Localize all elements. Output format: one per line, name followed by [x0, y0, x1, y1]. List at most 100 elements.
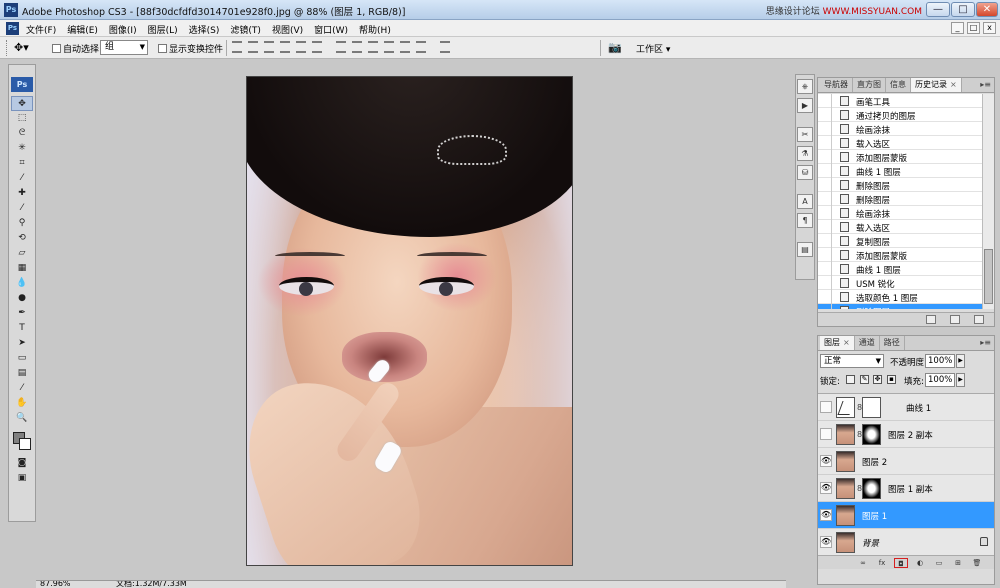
history-item[interactable]: 载入选区: [818, 136, 982, 150]
history-source-slot[interactable]: [818, 262, 832, 276]
history-item[interactable]: 添加图层蒙版: [818, 248, 982, 262]
history-item[interactable]: 画笔工具: [818, 94, 982, 108]
actions-panel-icon[interactable]: ▶: [797, 98, 813, 113]
clone-stamp-tool-icon[interactable]: ⚲: [11, 216, 33, 231]
doc-minimize-button[interactable]: _: [951, 22, 964, 34]
layer-name[interactable]: 图层 1: [862, 510, 887, 522]
visibility-eye-icon[interactable]: [820, 428, 832, 440]
document-icon[interactable]: Ps: [6, 22, 19, 35]
new-group-icon[interactable]: ▭: [932, 558, 946, 568]
auto-select-checkbox[interactable]: 自动选择:: [52, 42, 102, 55]
layer-name[interactable]: 曲线 1: [906, 402, 931, 414]
history-source-slot[interactable]: [818, 290, 832, 304]
history-source-slot[interactable]: [818, 234, 832, 248]
new-layer-icon[interactable]: ⊞: [951, 558, 965, 568]
history-source-slot[interactable]: [818, 94, 832, 108]
eyedropper-tool-icon[interactable]: ⁄: [11, 381, 33, 396]
lock-transparency-icon[interactable]: [846, 375, 855, 384]
distribute-left-icon[interactable]: [384, 41, 394, 53]
history-source-slot[interactable]: [818, 178, 832, 192]
distribute-bottom-icon[interactable]: [368, 41, 378, 53]
close-icon[interactable]: ×: [843, 338, 850, 347]
visibility-eye-icon[interactable]: 👁: [820, 482, 832, 494]
distribute-vcenter-icon[interactable]: [352, 41, 362, 53]
clone-source-icon[interactable]: ⛁: [797, 165, 813, 180]
visibility-eye-icon[interactable]: [820, 401, 832, 413]
align-left-icon[interactable]: [280, 41, 290, 53]
history-source-slot[interactable]: [818, 164, 832, 178]
history-source-slot[interactable]: [818, 248, 832, 262]
lock-all-icon[interactable]: ▪: [887, 375, 896, 384]
layer-name[interactable]: 背景: [862, 537, 879, 549]
panel-menu-icon[interactable]: ▸≡: [980, 338, 991, 347]
history-item[interactable]: 绘画涂抹: [818, 122, 982, 136]
move-tool-icon[interactable]: ✥▾: [14, 41, 29, 54]
align-right-icon[interactable]: [312, 41, 322, 53]
color-swatches[interactable]: [11, 430, 33, 452]
align-bottom-icon[interactable]: [264, 41, 274, 53]
layer-row[interactable]: 8 图层 2 副本: [818, 421, 994, 448]
tab-1[interactable]: 通道: [855, 336, 880, 350]
link-layers-icon[interactable]: ∞: [856, 558, 870, 568]
visibility-eye-icon[interactable]: 👁: [820, 536, 832, 548]
lock-pixels-icon[interactable]: ✎: [860, 375, 869, 384]
slice-tool-icon[interactable]: ⁄: [11, 171, 33, 186]
menu-item[interactable]: 选择(S): [189, 23, 220, 36]
path-selection-tool-icon[interactable]: ➤: [11, 336, 33, 351]
history-item[interactable]: 绘画涂抹: [818, 206, 982, 220]
screen-mode-icon[interactable]: ▣: [11, 471, 33, 486]
history-item[interactable]: 删除图层: [818, 304, 982, 309]
blur-tool-icon[interactable]: 💧: [11, 276, 33, 291]
document-canvas[interactable]: [246, 76, 573, 566]
layer-row[interactable]: 8 曲线 1: [818, 394, 994, 421]
layer-mask-thumbnail[interactable]: [862, 424, 881, 445]
opacity-input[interactable]: 100%: [925, 354, 955, 368]
brush-tool-icon[interactable]: ⁄: [11, 201, 33, 216]
new-snapshot-icon[interactable]: [950, 315, 960, 324]
menu-item[interactable]: 窗口(W): [314, 23, 348, 36]
fill-input[interactable]: 100%: [925, 373, 955, 387]
panel-menu-icon[interactable]: ▸≡: [980, 80, 991, 89]
history-item[interactable]: 复制图层: [818, 234, 982, 248]
layer-name[interactable]: 图层 2 副本: [888, 429, 933, 441]
visibility-eye-icon[interactable]: 👁: [820, 509, 832, 521]
tab-2[interactable]: 路径: [880, 336, 905, 350]
quick-mask-icon[interactable]: ◙: [11, 456, 33, 471]
fill-slider-arrow[interactable]: ▶: [956, 373, 965, 387]
history-brush-tool-icon[interactable]: ⟲: [11, 231, 33, 246]
menu-item[interactable]: 视图(V): [272, 23, 303, 36]
tab-0[interactable]: 导航器: [820, 78, 853, 92]
maximize-button[interactable]: □: [951, 2, 975, 17]
history-source-slot[interactable]: [818, 122, 832, 136]
menu-item[interactable]: 帮助(H): [359, 23, 391, 36]
history-source-slot[interactable]: [818, 108, 832, 122]
auto-align-icon[interactable]: [440, 41, 450, 53]
visibility-eye-icon[interactable]: 👁: [820, 455, 832, 467]
menu-item[interactable]: 文件(F): [26, 23, 56, 36]
layer-mask-thumbnail[interactable]: [862, 397, 881, 418]
layer-style-icon[interactable]: fx: [875, 558, 889, 568]
align-top-icon[interactable]: [232, 41, 242, 53]
history-item[interactable]: 选取颜色 1 图层: [818, 290, 982, 304]
menu-item[interactable]: 图层(L): [148, 23, 178, 36]
add-mask-icon[interactable]: ◘: [894, 558, 908, 568]
tab-0[interactable]: 图层 ×: [820, 336, 855, 350]
navigator-panel-icon[interactable]: ⎈: [797, 79, 813, 94]
history-item[interactable]: USM 锐化: [818, 276, 982, 290]
lasso-tool-icon[interactable]: ᘓ: [11, 126, 33, 141]
menu-item[interactable]: 编辑(E): [67, 23, 98, 36]
layer-row[interactable]: 👁 8 图层 1 副本: [818, 475, 994, 502]
layer-row[interactable]: 👁 背景: [818, 529, 994, 556]
history-item[interactable]: 通过拷贝的图层: [818, 108, 982, 122]
zoom-level[interactable]: 87.96%: [40, 581, 71, 588]
history-source-slot[interactable]: [818, 136, 832, 150]
history-source-slot[interactable]: [818, 304, 832, 309]
dodge-tool-icon[interactable]: ●: [11, 291, 33, 306]
adjustment-layer-icon[interactable]: ◐: [913, 558, 927, 568]
shape-tool-icon[interactable]: ▭: [11, 351, 33, 366]
distribute-right-icon[interactable]: [416, 41, 426, 53]
close-icon[interactable]: ×: [950, 80, 957, 89]
background-color-swatch[interactable]: [19, 438, 31, 450]
brushes-icon[interactable]: ⚗: [797, 146, 813, 161]
history-source-slot[interactable]: [818, 206, 832, 220]
